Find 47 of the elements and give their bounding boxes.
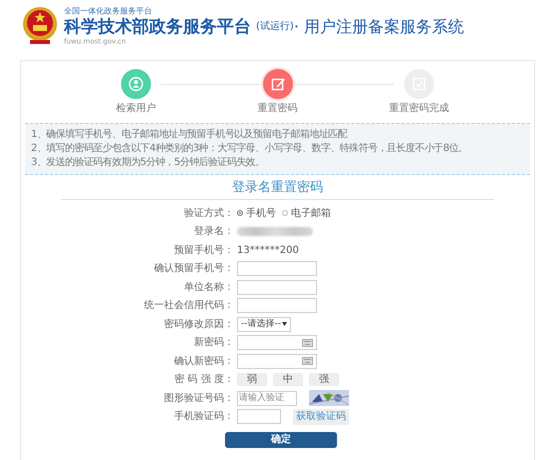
radio-button[interactable] xyxy=(282,210,288,216)
field-label: 预留手机号： xyxy=(173,244,235,258)
keyboard-icon xyxy=(302,338,313,347)
step-label: 重置密码 xyxy=(256,103,298,115)
field-label: 密码修改原因： xyxy=(163,318,235,332)
strength-level: 中 xyxy=(273,373,303,386)
caret-icon xyxy=(282,322,287,326)
field-label: 手机验证码： xyxy=(173,410,235,424)
password-field[interactable] xyxy=(237,354,317,369)
note-text: 1、确保填写手机号、电子邮箱地址与预留手机号以及预留电子邮箱地址匹配 xyxy=(31,128,348,142)
form-title: 登录名重置密码 xyxy=(61,179,494,200)
select-value: --请选择-- xyxy=(241,318,281,330)
strength-level: 强 xyxy=(309,373,339,386)
radio-label: 电子邮箱 xyxy=(291,206,331,221)
field-label: 统一社会信用代码： xyxy=(143,298,235,314)
password-field[interactable] xyxy=(237,335,317,350)
input-field[interactable] xyxy=(237,409,281,424)
emblem-icon xyxy=(22,6,58,44)
step-label: 检索用户 xyxy=(115,103,157,115)
input-field[interactable] xyxy=(237,261,317,276)
step-label: 重置密码完成 xyxy=(388,103,450,115)
radio-button[interactable] xyxy=(237,210,243,216)
field-label: 单位名称： xyxy=(183,280,235,295)
field-label: 密 码 强 度： xyxy=(173,372,235,388)
input-field[interactable] xyxy=(237,280,317,295)
field-value: 13******200 xyxy=(237,244,299,258)
note-text: 2、填写的密码至少包含以下4种类别的3种：大写字母、小写字母、数字、特殊符号，且长度不小于8位。 xyxy=(31,142,469,156)
platform-subtitle: 全国一体化政务服务平台 xyxy=(64,7,153,16)
radio-label: 手机号 xyxy=(246,206,276,221)
note-text: 3、发送的验证码有效期为5分钟，5分钟后验证码失效。 xyxy=(31,156,266,170)
field-label: 确认新密码： xyxy=(173,354,235,369)
trial-label: (试运行) xyxy=(256,20,294,34)
strength-level: 弱 xyxy=(237,373,267,386)
system-title: · 用户注册备案服务系统 xyxy=(294,17,464,37)
field-label: 确认预留手机号： xyxy=(153,262,235,276)
select-field[interactable]: --请选择-- xyxy=(237,316,291,332)
field-label: 图形验证号码： xyxy=(163,392,235,406)
submit-button[interactable]: 确定 xyxy=(225,432,337,448)
field-label: 验证方式： xyxy=(183,206,235,221)
captcha-field[interactable]: 请输入验证 xyxy=(237,390,297,406)
radio-option[interactable]: 手机号 xyxy=(237,206,276,221)
radio-option[interactable]: 电子邮箱 xyxy=(282,206,331,221)
keyboard-icon xyxy=(302,357,313,366)
field-label: 新密码： xyxy=(193,336,235,350)
platform-title: 科学技术部政务服务平台 xyxy=(64,17,251,37)
field-label: 登录名： xyxy=(193,225,235,240)
input-field[interactable] xyxy=(237,298,317,314)
